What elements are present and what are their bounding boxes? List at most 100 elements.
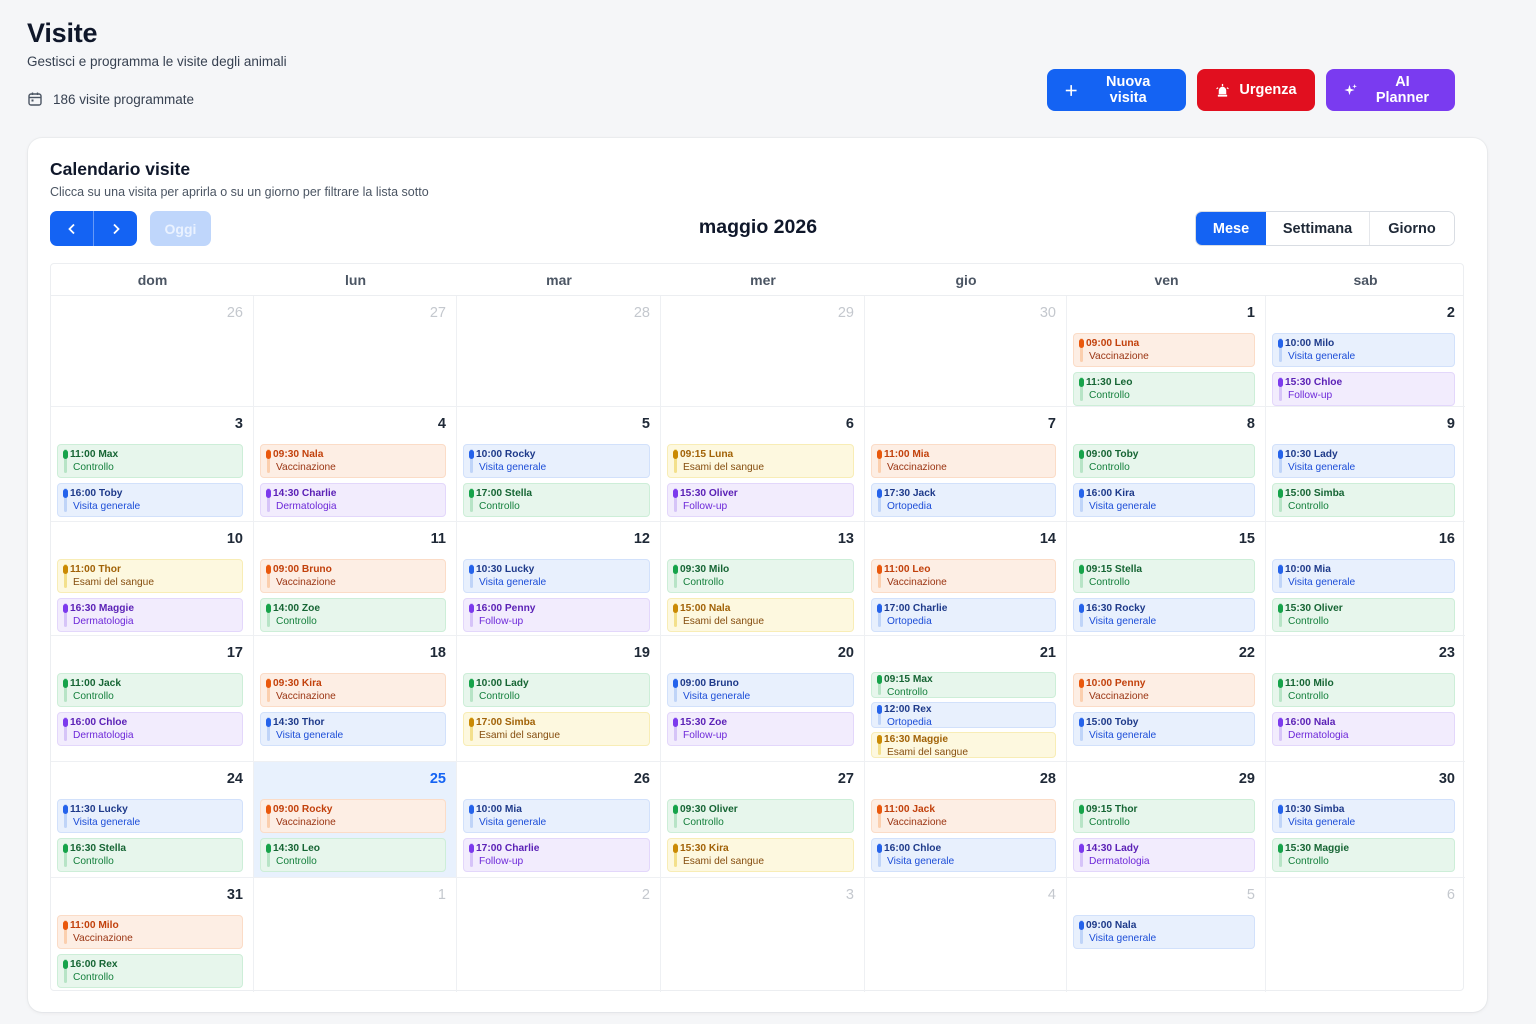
visit-event[interactable]: 14:00 Zoe Controllo (260, 598, 446, 632)
day-cell[interactable]: 20 09:00 Bruno Visita generale 15:30 Zoe Fol… (661, 636, 865, 762)
visit-event[interactable]: 17:00 Simba Esami del sangue (463, 712, 650, 746)
visit-event[interactable]: 11:00 Jack Vaccinazione (871, 799, 1056, 833)
day-cell[interactable]: 19 10:00 Lady Controllo 17:00 Simba Esami de… (457, 636, 661, 762)
visit-event[interactable]: 10:00 Lady Controllo (463, 673, 650, 707)
day-cell[interactable]: 27 09:30 Oliver Controllo 15:30 Kira Esami d… (661, 762, 865, 878)
prev-month-button[interactable] (50, 211, 93, 246)
day-cell[interactable]: 7 11:00 Mia Vaccinazione 17:30 Jack Ortopedi… (865, 407, 1067, 522)
view-day-button[interactable]: Giorno (1370, 212, 1454, 245)
visit-event[interactable]: 17:00 Charlie Follow-up (463, 838, 650, 872)
day-cell[interactable]: 5 09:00 Nala Visita generale (1067, 878, 1266, 992)
visit-event[interactable]: 09:15 Thor Controllo (1073, 799, 1255, 833)
visit-event[interactable]: 10:30 Lucky Visita generale (463, 559, 650, 593)
visit-event[interactable]: 10:00 Penny Vaccinazione (1073, 673, 1255, 707)
day-cell[interactable]: 26 (51, 296, 254, 407)
visit-event[interactable]: 16:00 Toby Visita generale (57, 483, 243, 517)
visit-event[interactable]: 09:00 Bruno Visita generale (667, 673, 854, 707)
visit-event[interactable]: 11:00 Milo Vaccinazione (57, 915, 243, 949)
day-cell[interactable]: 26 10:00 Mia Visita generale 17:00 Charlie F… (457, 762, 661, 878)
today-button[interactable]: Oggi (150, 211, 211, 246)
visit-event[interactable]: 15:00 Toby Visita generale (1073, 712, 1255, 746)
day-cell[interactable]: 11 09:00 Bruno Vaccinazione 14:00 Zoe Contro… (254, 522, 457, 636)
visit-event[interactable]: 10:00 Rocky Visita generale (463, 444, 650, 478)
visit-event[interactable]: 10:00 Mia Visita generale (463, 799, 650, 833)
day-cell[interactable]: 30 10:30 Simba Visita generale 15:30 Maggie… (1266, 762, 1465, 878)
view-week-button[interactable]: Settimana (1266, 212, 1370, 245)
visit-event[interactable]: 15:30 Kira Esami del sangue (667, 838, 854, 872)
day-cell[interactable]: 4 09:30 Nala Vaccinazione 14:30 Charlie Derm… (254, 407, 457, 522)
visit-event[interactable]: 09:00 Toby Controllo (1073, 444, 1255, 478)
day-cell[interactable]: 21 09:15 Max Controllo 12:00 Rex Ortopedia 16… (865, 636, 1067, 762)
visit-event[interactable]: 14:30 Thor Visita generale (260, 712, 446, 746)
day-cell[interactable]: 2 10:00 Milo Visita generale 15:30 Chloe Fol… (1266, 296, 1465, 407)
day-cell[interactable]: 31 11:00 Milo Vaccinazione 16:00 Rex Control… (51, 878, 254, 992)
visit-event[interactable]: 11:00 Mia Vaccinazione (871, 444, 1056, 478)
visit-event[interactable]: 17:30 Jack Ortopedia (871, 483, 1056, 517)
visit-event[interactable]: 16:00 Kira Visita generale (1073, 483, 1255, 517)
day-cell[interactable]: 14 11:00 Leo Vaccinazione 17:00 Charlie Orto… (865, 522, 1067, 636)
day-cell[interactable]: 16 10:00 Mia Visita generale 15:30 Oliver Co… (1266, 522, 1465, 636)
visit-event[interactable]: 17:00 Stella Controllo (463, 483, 650, 517)
day-cell[interactable]: 28 (457, 296, 661, 407)
ai-planner-button[interactable]: AI Planner (1326, 69, 1455, 111)
visit-event[interactable]: 09:00 Rocky Vaccinazione (260, 799, 446, 833)
visit-event[interactable]: 16:00 Chloe Dermatologia (57, 712, 243, 746)
visit-event[interactable]: 16:30 Maggie Esami del sangue (871, 732, 1056, 758)
view-month-button[interactable]: Mese (1196, 212, 1266, 245)
visit-event[interactable]: 09:15 Max Controllo (871, 672, 1056, 698)
day-cell[interactable]: 3 11:00 Max Controllo 16:00 Toby Visita gene… (51, 407, 254, 522)
visit-event[interactable]: 14:30 Lady Dermatologia (1073, 838, 1255, 872)
visit-event[interactable]: 16:30 Rocky Visita generale (1073, 598, 1255, 632)
day-cell[interactable]: 13 09:30 Milo Controllo 15:00 Nala Esami del… (661, 522, 865, 636)
visit-event[interactable]: 11:00 Thor Esami del sangue (57, 559, 243, 593)
day-cell[interactable]: 3 (661, 878, 865, 992)
day-cell[interactable]: 29 09:15 Thor Controllo 14:30 Lady Dermatolo… (1067, 762, 1266, 878)
day-cell[interactable]: 24 11:30 Lucky Visita generale 16:30 Stella… (51, 762, 254, 878)
visit-event[interactable]: 09:30 Kira Vaccinazione (260, 673, 446, 707)
day-cell[interactable]: 6 09:15 Luna Esami del sangue 15:30 Oliver F… (661, 407, 865, 522)
visit-event[interactable]: 11:30 Lucky Visita generale (57, 799, 243, 833)
visit-event[interactable]: 15:30 Oliver Controllo (1272, 598, 1455, 632)
day-cell[interactable]: 9 10:30 Lady Visita generale 15:00 Simba Con… (1266, 407, 1465, 522)
visit-event[interactable]: 11:00 Leo Vaccinazione (871, 559, 1056, 593)
visit-event[interactable]: 16:00 Rex Controllo (57, 954, 243, 988)
visit-event[interactable]: 15:30 Maggie Controllo (1272, 838, 1455, 872)
day-cell[interactable]: 12 10:30 Lucky Visita generale 16:00 Penny F… (457, 522, 661, 636)
day-cell[interactable]: 5 10:00 Rocky Visita generale 17:00 Stella C… (457, 407, 661, 522)
visit-event[interactable]: 17:00 Charlie Ortopedia (871, 598, 1056, 632)
visit-event[interactable]: 15:00 Simba Controllo (1272, 483, 1455, 517)
visit-event[interactable]: 10:30 Simba Visita generale (1272, 799, 1455, 833)
visit-event[interactable]: 16:00 Nala Dermatologia (1272, 712, 1455, 746)
visit-event[interactable]: 14:30 Leo Controllo (260, 838, 446, 872)
day-cell[interactable]: 1 09:00 Luna Vaccinazione 11:30 Leo Controll… (1067, 296, 1266, 407)
visit-event[interactable]: 15:30 Zoe Follow-up (667, 712, 854, 746)
day-cell[interactable]: 1 (254, 878, 457, 992)
day-cell[interactable]: 30 (865, 296, 1067, 407)
visit-event[interactable]: 10:00 Mia Visita generale (1272, 559, 1455, 593)
visit-event[interactable]: 09:15 Stella Controllo (1073, 559, 1255, 593)
visit-event[interactable]: 10:00 Milo Visita generale (1272, 333, 1455, 367)
day-cell[interactable]: 29 (661, 296, 865, 407)
visit-event[interactable]: 09:00 Bruno Vaccinazione (260, 559, 446, 593)
visit-event[interactable]: 09:00 Luna Vaccinazione (1073, 333, 1255, 367)
visit-event[interactable]: 16:00 Penny Follow-up (463, 598, 650, 632)
day-cell[interactable]: 4 (865, 878, 1067, 992)
visit-event[interactable]: 15:30 Chloe Follow-up (1272, 372, 1455, 406)
visit-event[interactable]: 09:00 Nala Visita generale (1073, 915, 1255, 949)
new-visit-button[interactable]: Nuova visita (1047, 69, 1186, 111)
day-cell[interactable]: 6 (1266, 878, 1465, 992)
visit-event[interactable]: 14:30 Charlie Dermatologia (260, 483, 446, 517)
visit-event[interactable]: 15:00 Nala Esami del sangue (667, 598, 854, 632)
visit-event[interactable]: 11:30 Leo Controllo (1073, 372, 1255, 406)
visit-event[interactable]: 10:30 Lady Visita generale (1272, 444, 1455, 478)
visit-event[interactable]: 11:00 Jack Controllo (57, 673, 243, 707)
visit-event[interactable]: 11:00 Milo Controllo (1272, 673, 1455, 707)
day-cell[interactable]: 2 (457, 878, 661, 992)
visit-event[interactable]: 16:30 Stella Controllo (57, 838, 243, 872)
day-cell[interactable]: 28 11:00 Jack Vaccinazione 16:00 Chloe Visit… (865, 762, 1067, 878)
visit-event[interactable]: 15:30 Oliver Follow-up (667, 483, 854, 517)
day-cell[interactable]: 22 10:00 Penny Vaccinazione 15:00 Toby Visit… (1067, 636, 1266, 762)
visit-event[interactable]: 12:00 Rex Ortopedia (871, 702, 1056, 728)
visit-event[interactable]: 09:15 Luna Esami del sangue (667, 444, 854, 478)
day-cell[interactable]: 17 11:00 Jack Controllo 16:00 Chloe Dermatol… (51, 636, 254, 762)
